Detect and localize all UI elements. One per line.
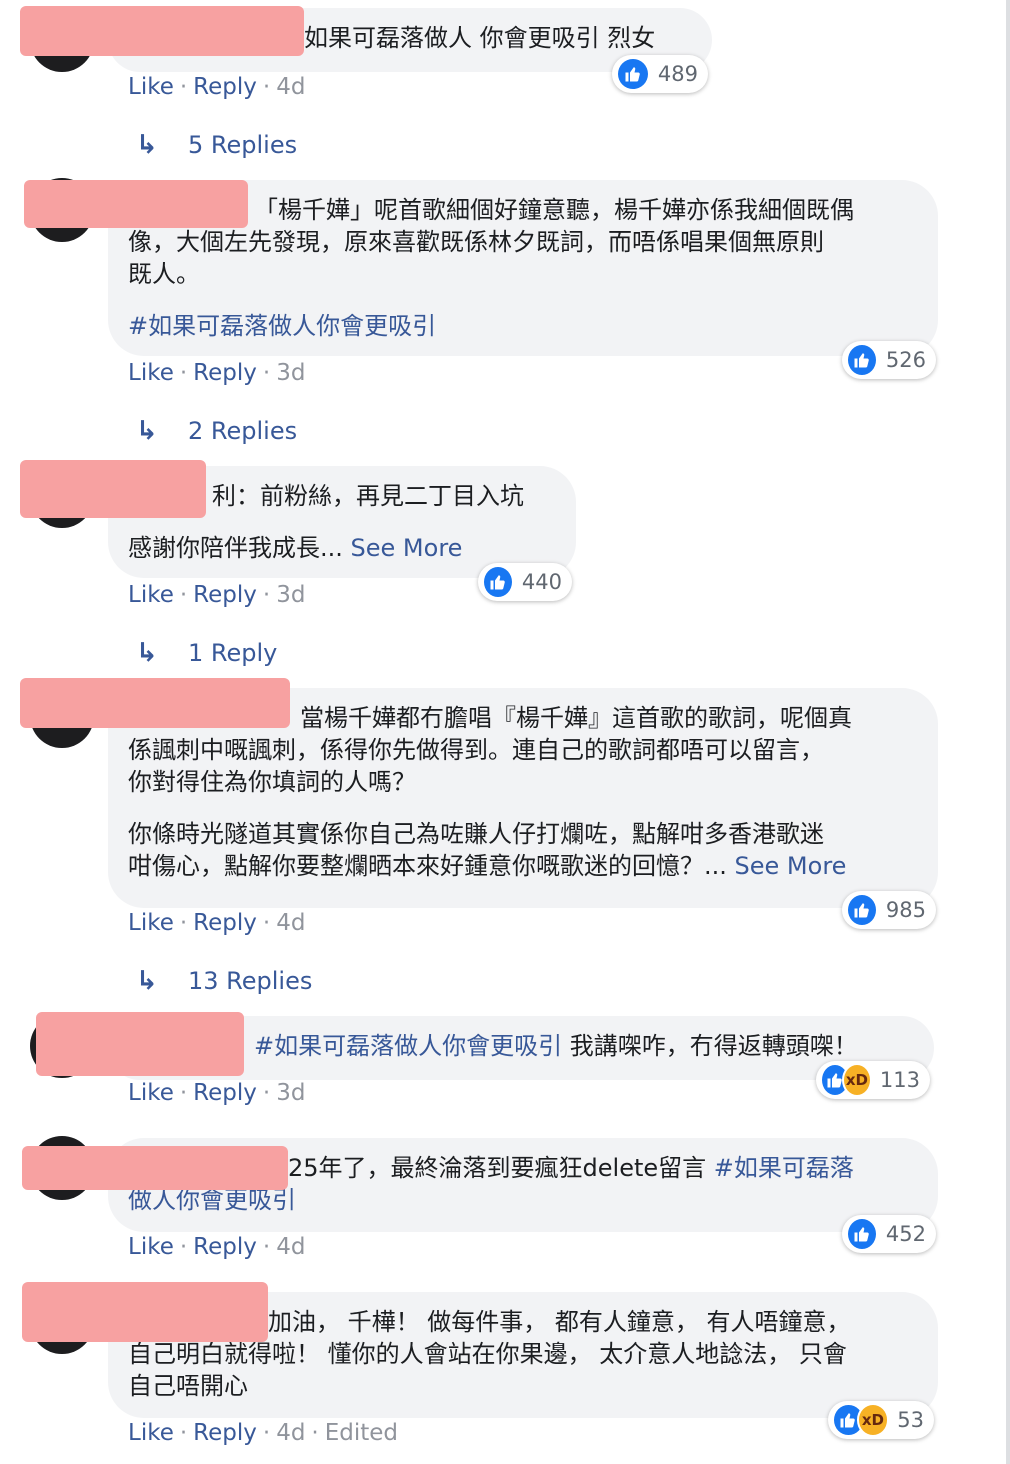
- reply-link[interactable]: Reply: [193, 1420, 257, 1446]
- comment-actions: Like · Reply · 3d: [128, 360, 306, 386]
- edited-label[interactable]: Edited: [325, 1420, 398, 1446]
- reply-link[interactable]: Reply: [193, 1080, 257, 1106]
- timestamp[interactable]: 4d: [276, 74, 305, 100]
- redacted-name: [22, 1282, 268, 1342]
- redacted-name: [36, 1012, 244, 1076]
- like-icon: [846, 893, 878, 927]
- comment-text-line: 自己唔開心: [128, 1372, 248, 1400]
- reply-arrow-icon: ↳: [136, 130, 158, 160]
- reaction-count: 53: [897, 1408, 924, 1432]
- hashtag-link[interactable]: #如果可磊落: [714, 1154, 854, 1182]
- reaction-summary[interactable]: xD 113: [816, 1061, 930, 1099]
- reaction-count: 985: [885, 898, 926, 922]
- reaction-count: 489: [657, 62, 698, 86]
- haha-icon: xD: [856, 1403, 890, 1437]
- comment-text: #如果可磊落做人你會更吸引 我講㗎咋，冇得返轉頭㗎！: [254, 1032, 858, 1060]
- redacted-name: [22, 1146, 288, 1190]
- comment-actions: Like · Reply · 4d: [128, 74, 306, 100]
- redacted-name: [20, 678, 290, 728]
- comment-text-line: 你條時光隧道其實係你自己為咗賺人仔打爛咗，點解咁多香港歌迷: [128, 820, 824, 848]
- comment-actions: Like · Reply · 3d: [128, 1080, 306, 1106]
- reaction-summary[interactable]: 985: [842, 891, 936, 929]
- timestamp[interactable]: 3d: [276, 582, 305, 608]
- comment-text-line: 係諷刺中嘅諷刺，係得你先做得到。連自己的歌詞都唔可以留言，: [128, 736, 824, 764]
- reaction-summary[interactable]: 489: [612, 55, 708, 93]
- view-replies-link[interactable]: ↳ 2 Replies: [136, 416, 297, 446]
- timestamp[interactable]: 4d: [276, 1234, 305, 1260]
- reply-link[interactable]: Reply: [193, 74, 257, 100]
- reaction-count: 526: [885, 348, 926, 372]
- comment-text-line: 你對得住為你填詞的人嗎？: [128, 768, 416, 796]
- see-more-link[interactable]: See More: [351, 534, 463, 562]
- reaction-summary[interactable]: 452: [842, 1215, 936, 1253]
- comment-text-line: 既人。: [128, 260, 200, 288]
- comment-actions: Like · Reply · 4d: [128, 1234, 306, 1260]
- replies-count: 2 Replies: [188, 417, 298, 445]
- like-link[interactable]: Like: [128, 910, 174, 936]
- reaction-count: 440: [521, 570, 562, 594]
- reaction-count: 452: [885, 1222, 926, 1246]
- reply-link[interactable]: Reply: [193, 582, 257, 608]
- timestamp[interactable]: 3d: [276, 360, 305, 386]
- like-link[interactable]: Like: [128, 1080, 174, 1106]
- timestamp[interactable]: 4d: [276, 1420, 305, 1446]
- replies-count: 13 Replies: [188, 967, 313, 995]
- hashtag-link[interactable]: #如果可磊落做人你會更吸引: [128, 310, 910, 342]
- comment-text-line: 像，大個左先發現，原來喜歡既係林夕既詞，而唔係唱果個無原則: [128, 228, 824, 256]
- comment-actions: Like · Reply · 4d: [128, 910, 306, 936]
- comment-text-line: 自己明白就得啦！ 懂你的人會站在你果邊， 太介意人地諗法， 只會: [128, 1340, 847, 1368]
- timestamp[interactable]: 3d: [276, 1080, 305, 1106]
- hashtag-link[interactable]: #如果可磊落做人你會更吸引: [254, 1032, 562, 1060]
- reply-arrow-icon: ↳: [136, 638, 158, 668]
- reaction-summary[interactable]: 526: [842, 341, 936, 379]
- haha-icon: xD: [841, 1063, 872, 1097]
- reaction-summary[interactable]: xD 53: [828, 1401, 934, 1439]
- reply-arrow-icon: ↳: [136, 966, 158, 996]
- like-link[interactable]: Like: [128, 360, 174, 386]
- see-more-link[interactable]: See More: [735, 852, 847, 880]
- reaction-summary[interactable]: 440: [478, 563, 572, 601]
- reaction-count: 113: [879, 1068, 920, 1092]
- like-link[interactable]: Like: [128, 74, 174, 100]
- comment-body: 感謝你陪伴我成長... See More: [128, 534, 463, 562]
- like-icon: [616, 57, 650, 91]
- comment-actions: Like · Reply · 3d: [128, 582, 306, 608]
- view-replies-link[interactable]: ↳ 5 Replies: [136, 130, 297, 160]
- reply-link[interactable]: Reply: [193, 360, 257, 386]
- timestamp[interactable]: 4d: [276, 910, 305, 936]
- like-icon: [846, 343, 878, 377]
- replies-count: 1 Reply: [188, 639, 278, 667]
- comment-text-line: 咁傷心，點解你要整爛晒本來好鍾意你嘅歌迷的回憶？... See More: [128, 852, 847, 880]
- redacted-name: [24, 180, 248, 228]
- like-link[interactable]: Like: [128, 582, 174, 608]
- replies-count: 5 Replies: [188, 131, 298, 159]
- like-link[interactable]: Like: [128, 1234, 174, 1260]
- reply-arrow-icon: ↳: [136, 416, 158, 446]
- comment-actions: Like · Reply · 4d · Edited: [128, 1420, 399, 1446]
- reply-link[interactable]: Reply: [193, 1234, 257, 1260]
- like-icon: [482, 565, 514, 599]
- reply-link[interactable]: Reply: [193, 910, 257, 936]
- comment-text: 如果可磊落做人 你會更吸引 烈女: [304, 24, 656, 52]
- like-icon: [846, 1217, 878, 1251]
- view-replies-link[interactable]: ↳ 13 Replies: [136, 966, 312, 996]
- view-replies-link[interactable]: ↳ 1 Reply: [136, 638, 277, 668]
- redacted-name: [20, 460, 206, 518]
- like-link[interactable]: Like: [128, 1420, 174, 1446]
- redacted-name: [20, 6, 304, 56]
- scroll-border: [1006, 0, 1010, 1464]
